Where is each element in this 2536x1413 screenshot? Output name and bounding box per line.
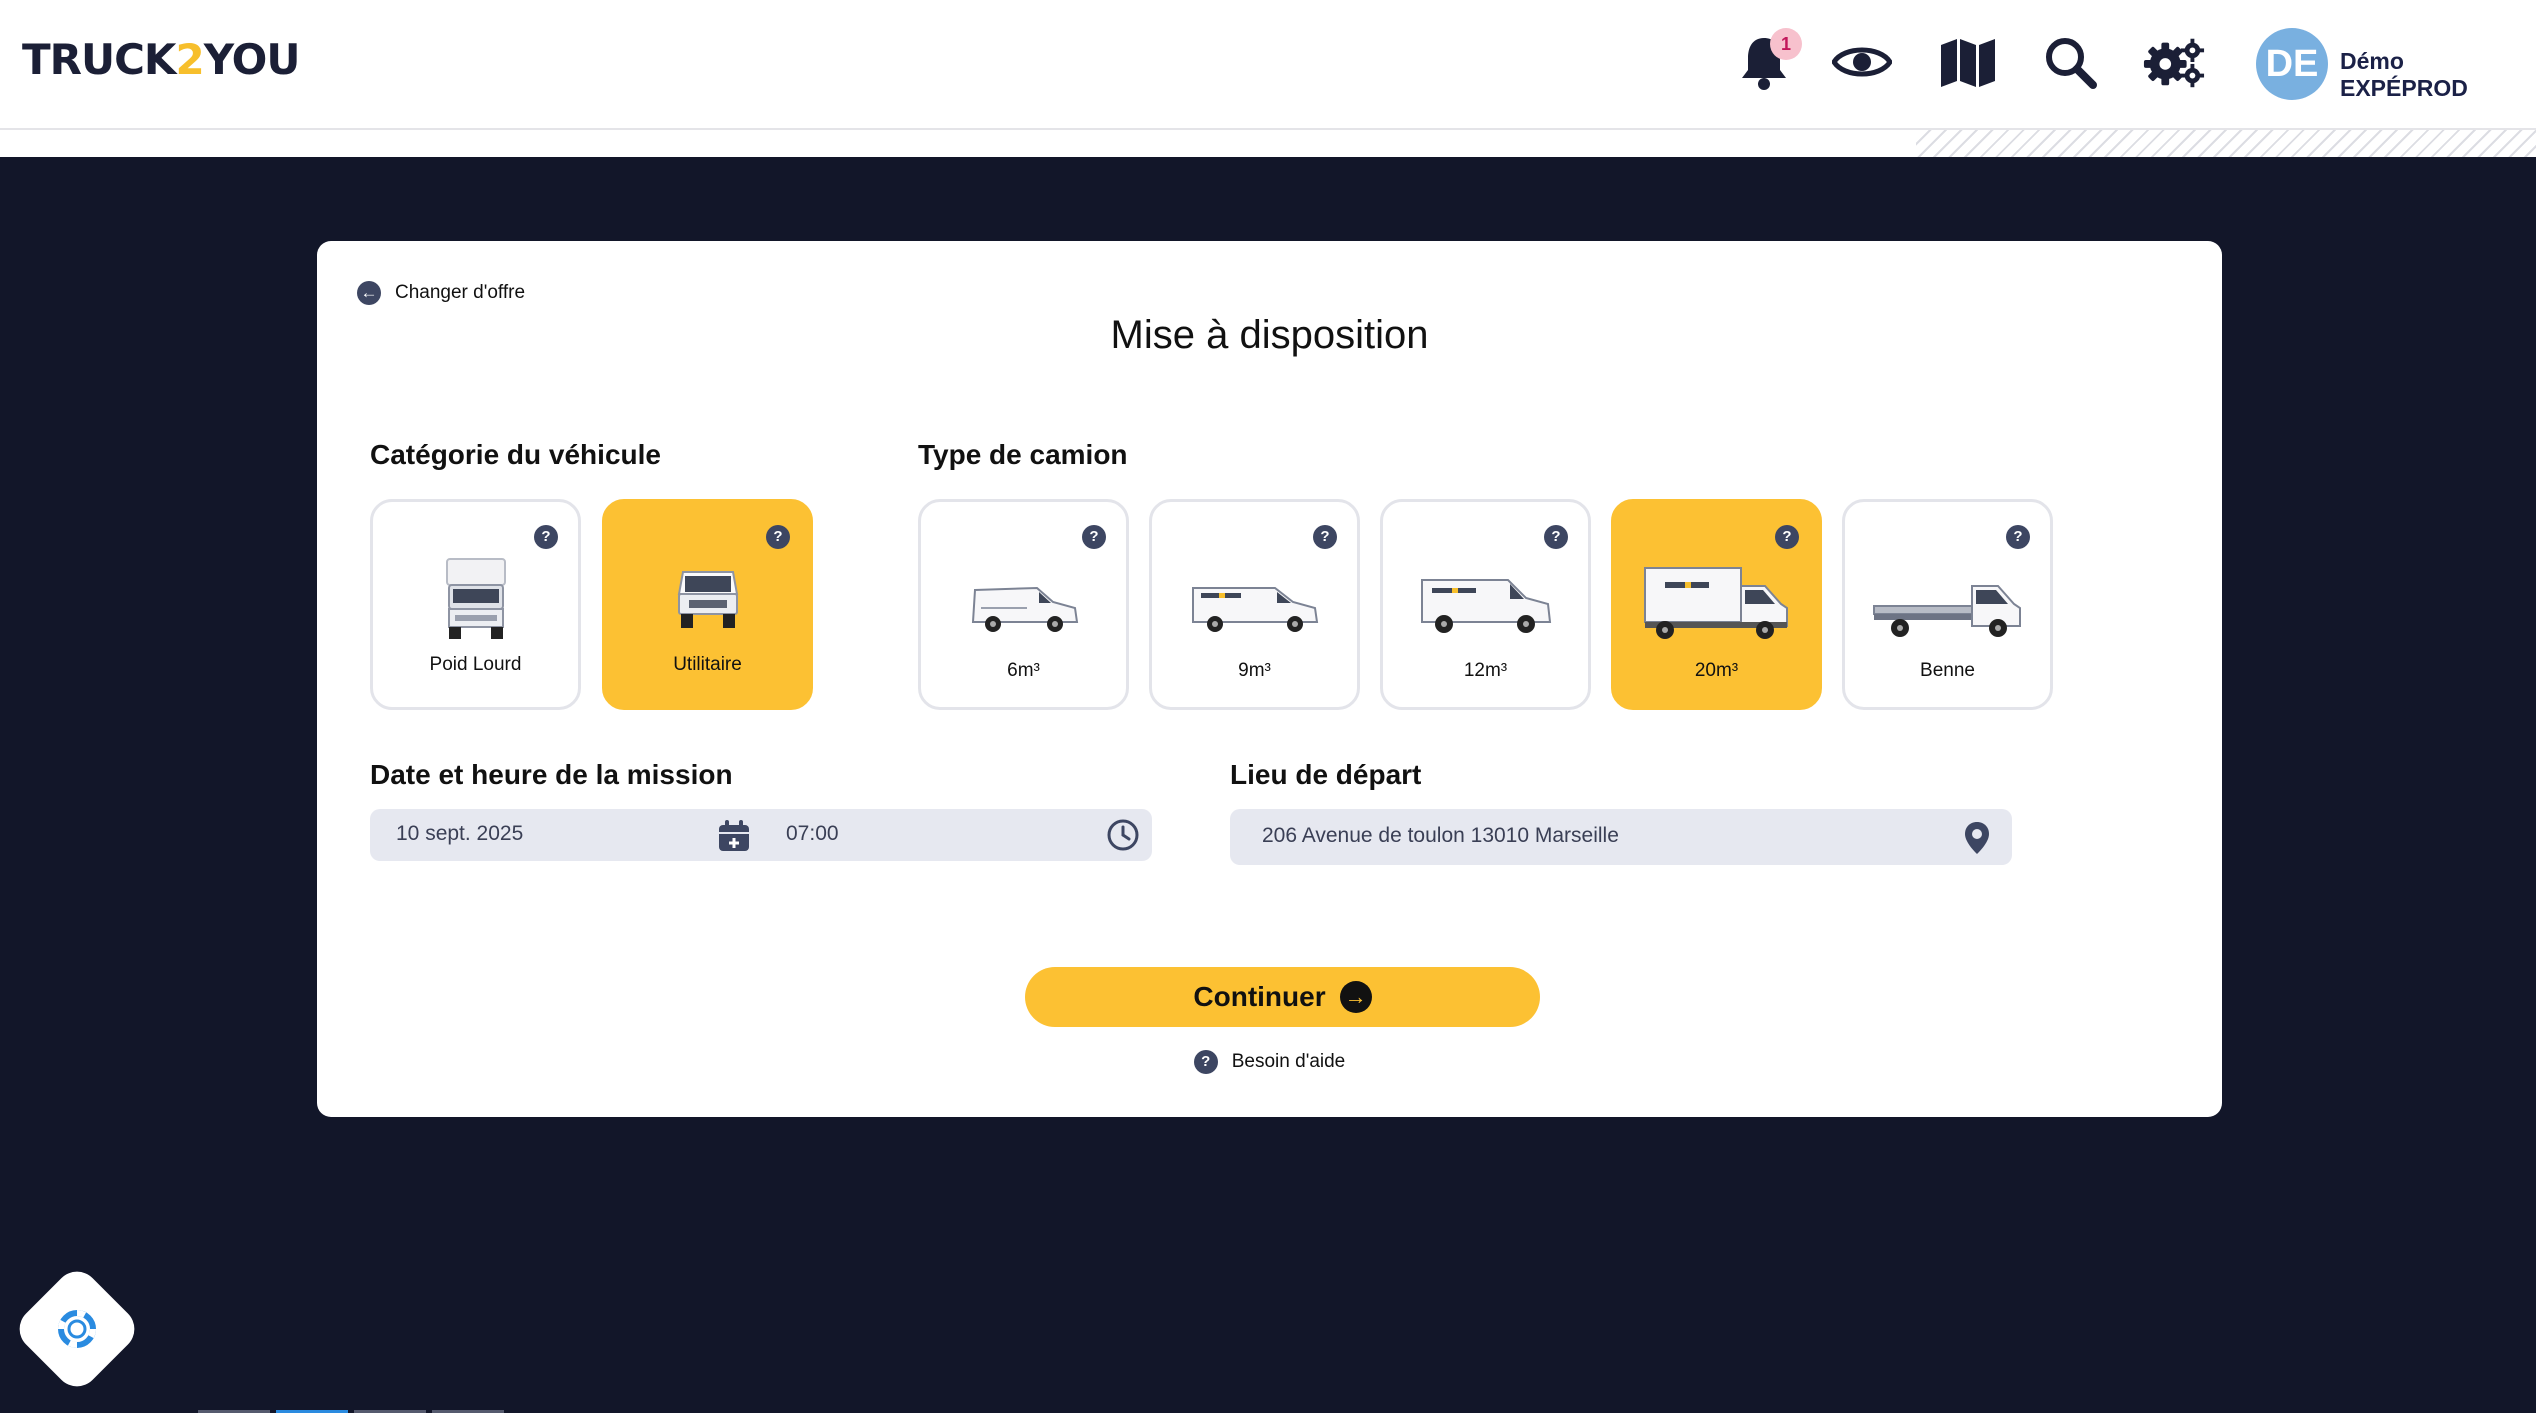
header-hatch-strip	[0, 130, 2536, 157]
help-label: Besoin d'aide	[1231, 1051, 1346, 1072]
settings-icon	[2143, 38, 2205, 88]
help-icon[interactable]: ?	[1775, 525, 1799, 549]
truck-type-label: 20m³	[1694, 660, 1739, 681]
help-link[interactable]: ? Besoin d'aide	[317, 1050, 2222, 1074]
help-icon[interactable]: ?	[534, 525, 558, 549]
help-icon: ?	[1193, 1050, 1218, 1074]
departure-address-value: 206 Avenue de toulon 13010 Marseille	[1262, 824, 1619, 847]
help-icon[interactable]: ?	[1082, 525, 1106, 549]
category-label: Utilitaire	[673, 654, 742, 675]
map-button[interactable]	[1936, 30, 2000, 94]
continue-label: Continuer	[1193, 981, 1326, 1012]
booking-card: ← Changer d'offre Mise à disposition Cat…	[317, 241, 2222, 1117]
departure-address-input[interactable]: 206 Avenue de toulon 13010 Marseille	[1230, 809, 2012, 865]
map-icon	[1941, 39, 1995, 87]
category-option-utilitaire[interactable]: ? Utilitaire	[602, 499, 813, 710]
truck-type-label: 12m³	[1463, 660, 1508, 681]
continue-button[interactable]: Continuer →	[1025, 967, 1540, 1027]
truck2you-logo[interactable]: TRUCK2YOU	[22, 35, 301, 84]
small-van-icon	[971, 586, 1078, 632]
truck-type-label: 9m³	[1238, 660, 1271, 681]
help-icon[interactable]: ?	[2006, 525, 2030, 549]
truck-type-title: Type de camion	[918, 439, 1128, 470]
change-offer-link[interactable]: ← Changer d'offre	[357, 281, 525, 305]
large-van-icon	[1420, 579, 1551, 633]
medium-van-icon	[1191, 587, 1318, 632]
help-icon[interactable]: ?	[1544, 525, 1568, 549]
top-bar: TRUCK2YOU 1 DE Démo EXPÉPROD	[0, 0, 2536, 130]
vehicle-category-title: Catégorie du véhicule	[370, 439, 661, 470]
change-offer-label: Changer d'offre	[395, 282, 526, 303]
help-icon[interactable]: ?	[766, 525, 790, 549]
notification-count-badge: 1	[1770, 28, 1802, 60]
logo-text-two: 2	[175, 35, 204, 84]
truck-option-20m3[interactable]: ? 20m³	[1611, 499, 1822, 710]
truck-type-label: 6m³	[1007, 660, 1040, 681]
logo-text-you: YOU	[203, 35, 301, 84]
location-pin-icon	[1965, 822, 1989, 854]
page-title: Mise à disposition	[1110, 313, 1429, 357]
truck-option-benne[interactable]: ? Benne	[1842, 499, 2053, 710]
help-icon[interactable]: ?	[1313, 525, 1337, 549]
box-truck-icon	[1643, 567, 1788, 639]
back-arrow-icon: ←	[357, 281, 381, 305]
truck-option-6m3[interactable]: ? 6m³	[918, 499, 1129, 710]
van-front-icon	[677, 571, 738, 628]
truck-option-9m3[interactable]: ? 9m³	[1149, 499, 1360, 710]
clock-icon[interactable]	[1106, 818, 1140, 852]
truck-option-12m3[interactable]: ? 12m³	[1380, 499, 1591, 710]
calendar-icon[interactable]	[717, 819, 751, 853]
category-option-poid-lourd[interactable]: ? Poid Lourd	[370, 499, 581, 710]
mission-datetime-field: 10 sept. 2025 07:00	[370, 809, 1152, 861]
user-avatar[interactable]: DE	[2256, 28, 2328, 100]
eye-icon	[1832, 47, 1892, 77]
truck-type-label: Benne	[1920, 660, 1975, 681]
time-input[interactable]: 07:00	[786, 822, 839, 846]
arrow-right-icon: →	[1339, 981, 1372, 1013]
user-name[interactable]: Démo EXPÉPROD	[2340, 48, 2536, 102]
logo-text-truck: TRUCK	[22, 35, 176, 84]
category-label: Poid Lourd	[429, 654, 522, 675]
view-button[interactable]	[1830, 30, 1894, 94]
heavy-truck-icon	[445, 558, 506, 639]
support-button[interactable]	[10, 1262, 144, 1396]
mission-datetime-title: Date et heure de la mission	[370, 759, 733, 790]
date-input[interactable]: 10 sept. 2025	[396, 822, 523, 846]
flatbed-truck-icon	[1872, 585, 2021, 637]
settings-button[interactable]	[2142, 30, 2206, 94]
departure-title: Lieu de départ	[1230, 759, 1422, 790]
search-icon	[2046, 38, 2097, 89]
search-button[interactable]	[2038, 30, 2102, 94]
